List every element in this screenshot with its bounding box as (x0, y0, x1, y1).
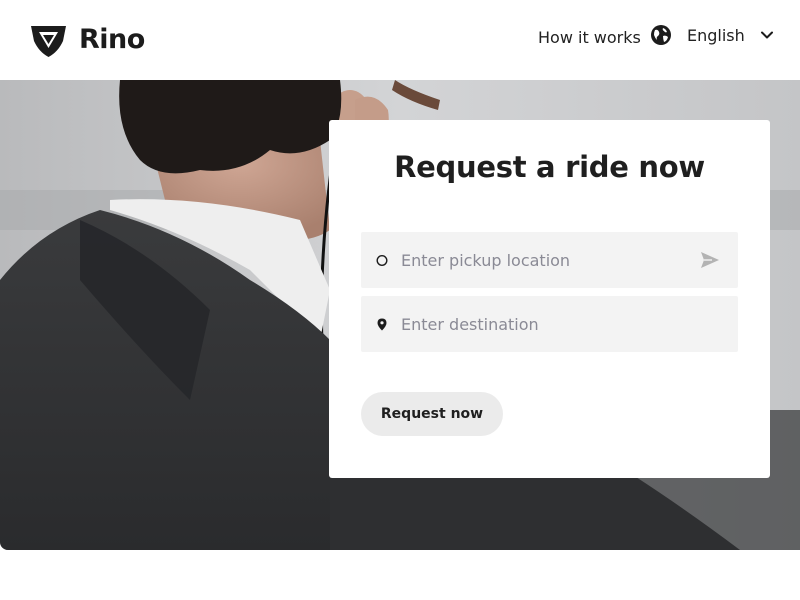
site-header: Rino How it works English (0, 0, 800, 80)
ride-request-title: Request a ride now (394, 150, 705, 184)
language-label: English (687, 25, 745, 45)
request-now-button[interactable]: Request now (361, 392, 503, 436)
send-icon[interactable] (700, 250, 720, 270)
destination-input[interactable] (399, 296, 689, 352)
brand-name: Rino (79, 24, 145, 55)
location-pin-icon (377, 318, 387, 331)
pickup-input[interactable] (399, 232, 689, 288)
shield-logo-icon (31, 26, 66, 57)
pickup-field[interactable] (361, 232, 738, 288)
ride-request-card: Request a ride now Request now (329, 120, 770, 478)
brand-logo[interactable]: Rino (30, 21, 145, 58)
globe-icon (651, 25, 671, 45)
nav-how-it-works-link[interactable]: How it works (538, 28, 641, 47)
circle-icon (376, 254, 388, 267)
chevron-down-icon (760, 31, 773, 39)
destination-field[interactable] (361, 296, 738, 352)
language-selector[interactable]: English (650, 24, 774, 46)
